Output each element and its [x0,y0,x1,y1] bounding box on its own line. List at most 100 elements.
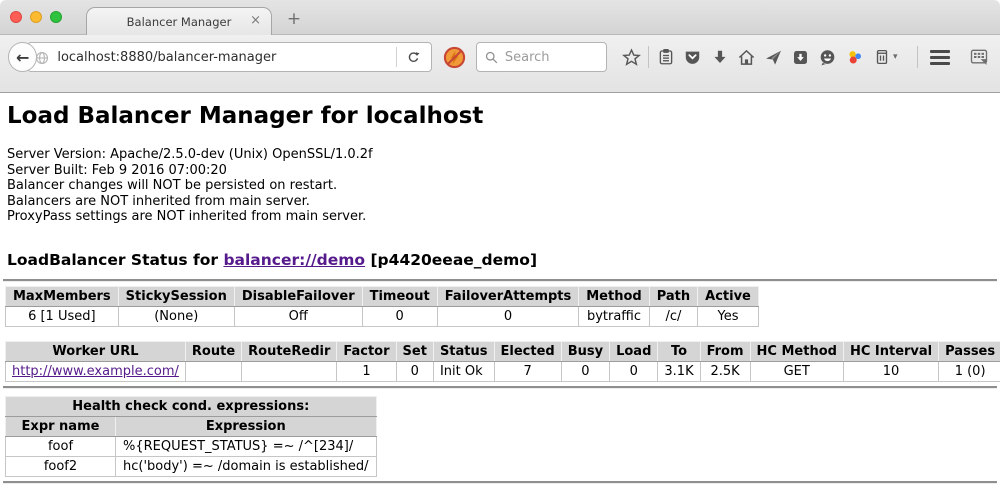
browser-window: Balancer Manager × + ← localhost:8880/ba… [0,0,1000,491]
table-title-row: Health check cond. expressions: [6,396,377,416]
send-plane-button[interactable] [760,43,787,71]
cell-worker-url: http://www.example.com/ [6,361,186,381]
colored-dots-icon[interactable] [841,43,868,71]
cell-passes: 1 (0) [939,361,1000,381]
col-disablefailover: DisableFailover [234,286,362,306]
col-timeout: Timeout [362,286,437,306]
search-bar[interactable]: Search [476,42,607,72]
table-row: foof %{REQUEST_STATUS} =~ /^[234]/ [6,436,377,456]
reading-list-icon [657,48,675,66]
cell-expression: %{REQUEST_STATUS} =~ /^[234]/ [116,436,377,456]
col-failoverattempts: FailoverAttempts [437,286,579,306]
browser-tab[interactable]: Balancer Manager × [86,7,272,35]
col-worker-url: Worker URL [6,341,186,361]
home-button[interactable] [733,43,760,71]
chevron-down-icon[interactable]: ▾ [893,52,905,62]
tab-title: Balancer Manager [127,15,232,29]
home-icon [737,48,756,67]
col-method: Method [579,286,649,306]
keyboard-grid-icon [969,47,989,67]
col-path: Path [649,286,697,306]
smiley-chat-button[interactable] [814,43,841,71]
col-elected: Elected [494,341,561,361]
worker-url-link[interactable]: http://www.example.com/ [12,364,179,379]
cell-active: Yes [698,306,759,326]
keyboard-grid-button[interactable] [965,43,992,71]
save-box-button[interactable] [787,43,814,71]
table-row: 6 [1 Used] (None) Off 0 0 bytraffic /c/ … [6,306,759,326]
table-header-row: Expr name Expression [6,416,377,436]
col-busy: Busy [561,341,609,361]
bookmark-star-button[interactable] [618,43,645,71]
cell-method: bytraffic [579,306,649,326]
status-heading-prefix: LoadBalancer Status for [7,251,223,269]
search-placeholder: Search [505,50,550,65]
health-table-title: Health check cond. expressions: [6,396,377,416]
cell-busy: 0 [561,361,609,381]
status-heading-suffix: [p4420eeae_demo] [365,251,537,269]
window-controls [10,11,62,23]
col-status: Status [433,341,494,361]
flash-blocked-icon[interactable] [443,46,466,69]
cell-expr-name: foof [6,436,116,456]
tab-close-icon[interactable]: × [250,13,261,28]
cell-expr-name: foof2 [6,456,116,476]
search-icon [484,50,499,65]
url-bar[interactable]: localhost:8880/balancer-manager [27,42,432,72]
col-routeredir: RouteRedir [242,341,337,361]
minimize-window-button[interactable] [30,11,42,23]
cell-load: 0 [610,361,658,381]
col-expression: Expression [116,416,377,436]
cell-status: Init Ok [433,361,494,381]
col-factor: Factor [337,341,396,361]
server-info: Server Version: Apache/2.5.0-dev (Unix) … [7,147,1000,225]
balancer-link[interactable]: balancer://demo [223,251,365,269]
proxypass-note-line: ProxyPass settings are NOT inherited fro… [7,209,1000,225]
back-icon: ← [16,48,29,67]
menu-button[interactable] [930,50,950,65]
inherit-note-line: Balancers are NOT inherited from main se… [7,194,1000,210]
col-expr-name: Expr name [6,416,116,436]
divider [3,279,997,281]
cell-expression: hc('body') =~ /domain is established/ [116,456,377,476]
cell-route [185,361,241,381]
pocket-icon [683,48,702,67]
bookmark-star-icon [622,48,641,67]
col-hc-method: HC Method [750,341,843,361]
cell-elected: 7 [494,361,561,381]
nav-toolbar: ← localhost:8880/balancer-manager [0,35,1000,93]
download-button[interactable] [706,43,733,71]
cell-timeout: 0 [362,306,437,326]
col-stickysession: StickySession [118,286,234,306]
reading-list-button[interactable] [652,43,679,71]
zoom-window-button[interactable] [50,11,62,23]
url-text[interactable]: localhost:8880/balancer-manager [57,50,396,65]
cell-from: 2.5K [700,361,750,381]
divider [3,481,997,483]
col-maxmembers: MaxMembers [6,286,119,306]
containers-button[interactable] [868,43,895,71]
server-version-line: Server Version: Apache/2.5.0-dev (Unix) … [7,147,1000,163]
toolbar-icons: ▾ [618,42,905,72]
reload-icon [406,50,421,65]
cell-stickysession: (None) [118,306,234,326]
cell-hc-method: GET [750,361,843,381]
col-set: Set [396,341,433,361]
cell-hc-interval: 10 [843,361,938,381]
status-heading: LoadBalancer Status for balancer://demo … [7,251,1000,270]
new-tab-button[interactable]: + [283,9,305,29]
pocket-button[interactable] [679,43,706,71]
send-plane-icon [764,48,783,67]
save-box-icon [791,48,810,67]
close-window-button[interactable] [10,11,22,23]
cell-set: 0 [396,361,433,381]
divider [3,386,997,388]
reload-button[interactable] [397,43,431,71]
col-active: Active [698,286,759,306]
page-title: Load Balancer Manager for localhost [7,102,1000,130]
server-built-line: Server Built: Feb 9 2016 07:00:20 [7,163,1000,179]
cell-disablefailover: Off [234,306,362,326]
table-header-row: MaxMembers StickySession DisableFailover… [6,286,759,306]
smiley-chat-icon [818,48,837,67]
health-check-table: Health check cond. expressions: Expr nam… [5,396,377,477]
